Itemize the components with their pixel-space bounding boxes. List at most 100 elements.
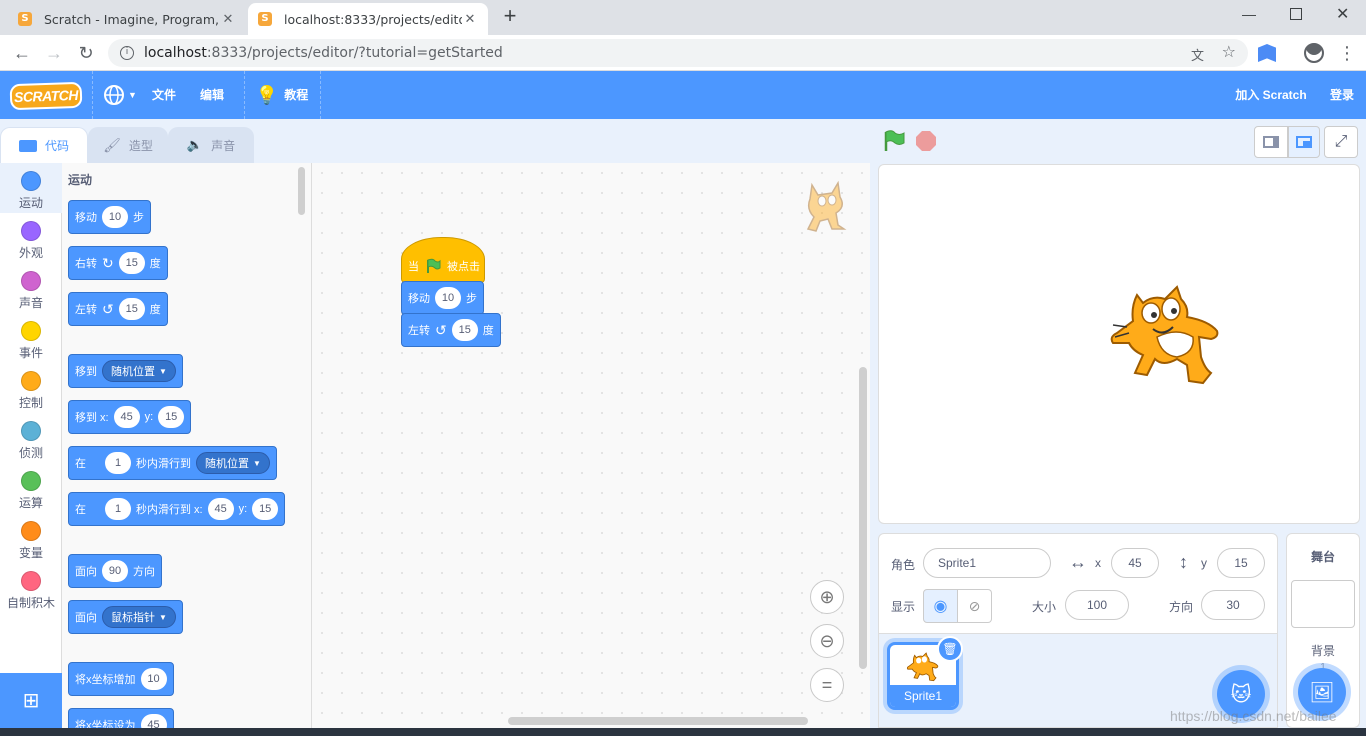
script-move-block[interactable]: 移动 10 步 <box>401 281 484 315</box>
block-input[interactable]: 10 <box>140 668 167 690</box>
block-glide[interactable]: 在 1 秒内滑行到 随机位置 ▼ <box>68 446 277 480</box>
block-turn-left[interactable]: 左转 ↺ 15 度 <box>68 292 168 326</box>
category-operators[interactable]: 运算 <box>0 463 62 513</box>
edit-menu[interactable]: 编辑 <box>192 71 232 119</box>
restore-icon[interactable] <box>1290 8 1302 20</box>
sprite-x-input[interactable]: 45 <box>1111 548 1159 578</box>
file-menu[interactable]: 文件 <box>144 71 184 119</box>
sprite-direction-input[interactable]: 30 <box>1201 590 1265 620</box>
tab-costumes[interactable]: 🖌 造型 <box>88 127 168 163</box>
bookmark-star-icon[interactable]: ☆ <box>1222 42 1236 61</box>
window-close-icon[interactable]: ✕ <box>1336 4 1349 24</box>
join-scratch-button[interactable]: 加入 Scratch <box>1226 71 1316 119</box>
block-input[interactable]: 15 <box>158 406 185 428</box>
block-input[interactable]: 15 <box>118 252 145 274</box>
block-dropdown[interactable]: 随机位置 ▼ <box>196 452 270 474</box>
workspace-vertical-scrollbar[interactable] <box>859 367 867 669</box>
sprite-name-input[interactable]: Sprite1 <box>923 548 1051 578</box>
reload-icon[interactable]: ↻ <box>74 41 98 65</box>
palette-scrollbar[interactable] <box>298 167 305 215</box>
block-change-x[interactable]: 将x坐标增加 10 <box>68 662 174 696</box>
browser-tab-scratch[interactable]: S Scratch - Imagine, Program, Sh ✕ <box>8 3 246 35</box>
fullscreen-button[interactable]: ⤢ <box>1324 126 1358 158</box>
block-set-x[interactable]: 将x坐标设为 45 <box>68 708 174 728</box>
block-goto[interactable]: 移到 随机位置 ▼ <box>68 354 183 388</box>
delete-sprite-button[interactable]: 🗑 <box>937 636 963 662</box>
block-input[interactable]: 45 <box>140 714 167 728</box>
stop-button[interactable] <box>916 131 936 151</box>
address-bar[interactable]: i localhost:8333/projects/editor/?tutori… <box>108 39 1248 67</box>
zoom-reset-button[interactable]: = <box>810 668 844 702</box>
block-input[interactable]: 10 <box>435 287 461 309</box>
script-workspace[interactable]: 当 被点击 移动 10 步 左转 ↺ 15 度 ⊕ ⊖ = <box>312 163 870 728</box>
language-menu[interactable]: ▼ <box>100 71 140 119</box>
block-input[interactable]: 15 <box>252 498 279 520</box>
scratch-favicon-icon: S <box>18 12 32 26</box>
block-text: 秒内滑行到 <box>136 458 191 470</box>
close-icon[interactable]: ✕ <box>220 12 236 27</box>
info-icon[interactable]: i <box>120 46 134 60</box>
block-input[interactable]: 45 <box>207 498 234 520</box>
new-tab-icon[interactable]: + <box>498 4 522 28</box>
script-turn-left-block[interactable]: 左转 ↺ 15 度 <box>401 313 501 347</box>
close-icon[interactable]: ✕ <box>462 12 478 27</box>
block-input[interactable]: 10 <box>102 206 128 228</box>
add-extension-button[interactable]: ⊞ <box>0 673 62 728</box>
category-sound[interactable]: 声音 <box>0 263 62 313</box>
sprite-cat[interactable] <box>1107 277 1225 387</box>
block-move-steps[interactable]: 移动 10 步 <box>68 200 151 234</box>
lightbulb-icon: 💡 <box>255 85 279 105</box>
block-text: 左转 <box>408 325 430 337</box>
block-dropdown[interactable]: 随机位置 ▼ <box>102 360 176 382</box>
block-input[interactable]: 1 <box>105 498 131 520</box>
hide-sprite-button[interactable]: ⊘ <box>958 589 992 623</box>
minimize-icon[interactable]: — <box>1242 6 1256 22</box>
category-sensing[interactable]: 侦测 <box>0 413 62 463</box>
eye-icon: ◉ <box>933 598 948 615</box>
zoom-out-button[interactable]: ⊖ <box>810 624 844 658</box>
block-point-direction[interactable]: 面向 90 方向 <box>68 554 162 588</box>
block-input[interactable]: 15 <box>451 319 478 341</box>
stage-thumbnail[interactable] <box>1291 580 1355 628</box>
block-input[interactable]: 15 <box>118 298 145 320</box>
block-point-towards[interactable]: 面向 鼠标指针 ▼ <box>68 600 183 634</box>
block-glide-xy[interactable]: 在 1 秒内滑行到 x: 45 y: 15 <box>68 492 286 526</box>
tab-code[interactable]: 代码 <box>0 127 88 163</box>
stage-canvas[interactable] <box>878 164 1360 524</box>
show-sprite-button[interactable]: ◉ <box>923 589 958 623</box>
block-input[interactable]: 90 <box>102 560 128 582</box>
sprite-size-input[interactable]: 100 <box>1065 590 1129 620</box>
category-my-blocks[interactable]: 自制积木 <box>0 563 62 613</box>
block-input[interactable]: 1 <box>105 452 131 474</box>
small-stage-button[interactable] <box>1254 126 1288 158</box>
browser-menu-icon[interactable]: ⋮ <box>1338 41 1356 65</box>
zoom-in-button[interactable]: ⊕ <box>810 580 844 614</box>
script-hat-block[interactable]: 当 被点击 <box>401 237 485 283</box>
scratch-logo[interactable]: SCRATCH <box>9 81 83 111</box>
category-events[interactable]: 事件 <box>0 313 62 363</box>
sign-in-button[interactable]: 登录 <box>1322 71 1362 119</box>
x-label: x <box>1095 556 1101 570</box>
block-turn-right[interactable]: 右转 ↻ 15 度 <box>68 246 168 280</box>
large-stage-button[interactable] <box>1288 126 1320 158</box>
category-control[interactable]: 控制 <box>0 363 62 413</box>
block-text: 在 <box>75 504 86 516</box>
profile-avatar-icon[interactable] <box>1304 43 1324 63</box>
back-arrow-icon[interactable]: ← <box>10 41 34 65</box>
extension-icon[interactable] <box>1258 44 1276 62</box>
block-input[interactable]: 45 <box>113 406 140 428</box>
green-flag-button[interactable] <box>882 130 906 152</box>
workspace-horizontal-scrollbar[interactable] <box>508 717 808 725</box>
block-palette: 运动 移动 10 步 右转 ↻ 15 度 左转 ↺ 15 度 移到 随机位置 ▼ 移到 x: 45 y:… <box>62 163 312 728</box>
sprite-y-input[interactable]: 15 <box>1217 548 1265 578</box>
tab-sounds[interactable]: 🔈 声音 <box>168 127 254 163</box>
translate-icon[interactable]: 文 <box>1191 45 1204 64</box>
block-goto-xy[interactable]: 移到 x: 45 y: 15 <box>68 400 192 434</box>
block-dropdown[interactable]: 鼠标指针 ▼ <box>102 606 176 628</box>
category-variables[interactable]: 变量 <box>0 513 62 563</box>
category-motion[interactable]: 运动 <box>0 163 62 213</box>
forward-arrow-icon[interactable]: → <box>42 41 66 65</box>
browser-tab-editor[interactable]: S localhost:8333/projects/editor ✕ <box>248 3 488 35</box>
category-looks[interactable]: 外观 <box>0 213 62 263</box>
tutorials-menu[interactable]: 💡 教程 <box>252 71 312 119</box>
